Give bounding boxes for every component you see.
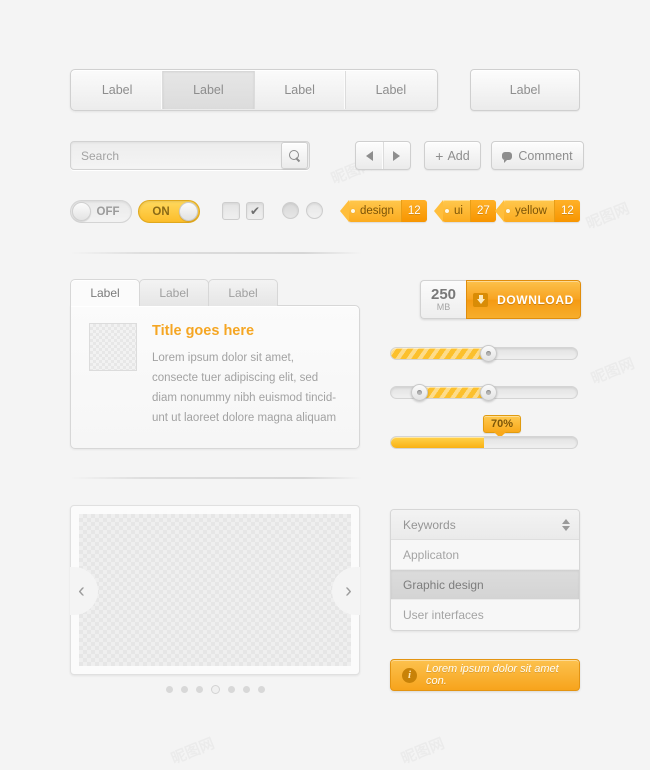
watermark: 昵图网	[583, 197, 633, 233]
slider-tooltip: 70%	[483, 415, 522, 438]
tab-panel: Label Label Label Title goes here Lorem …	[70, 279, 360, 449]
tag-count: 27	[469, 200, 496, 222]
slider-fill	[391, 348, 488, 359]
carousel-dot-2[interactable]	[195, 686, 203, 693]
tab-content: Title goes here Lorem ipsum dolor sit am…	[70, 305, 360, 449]
watermark: 昵图网	[588, 352, 638, 388]
tag-yellow[interactable]: yellow 12	[495, 200, 580, 222]
checkbox-unchecked[interactable]	[222, 202, 240, 220]
toggle-switch-on[interactable]: ON	[138, 200, 200, 223]
triangle-left-icon	[365, 150, 373, 161]
segmented-button-0[interactable]: Label	[72, 71, 164, 109]
add-button[interactable]: + Add	[424, 141, 481, 170]
carousel-dot-3[interactable]	[210, 685, 220, 694]
tag-count: 12	[400, 200, 427, 222]
spinner-down-icon[interactable]	[562, 525, 570, 531]
alert-text: Lorem ipsum dolor sit amet con.	[426, 663, 559, 687]
comment-button-label: Comment	[518, 148, 573, 163]
speech-bubble-icon	[502, 151, 513, 163]
listbox-option-0[interactable]: Applicaton	[391, 540, 579, 570]
carousel-dot-5[interactable]	[242, 686, 250, 693]
tag-label: design	[360, 205, 394, 217]
search-button[interactable]	[281, 142, 308, 169]
panel-body-text: Lorem ipsum dolor sit amet, consecte tue…	[152, 352, 337, 424]
slider-fill	[418, 387, 488, 398]
listbox-header[interactable]: Keywords	[391, 510, 579, 540]
toggle-knob	[179, 202, 198, 221]
segmented-button-group[interactable]: Label Label Label Label	[70, 69, 438, 111]
tag-design[interactable]: design 12	[340, 200, 427, 222]
info-icon: i	[402, 667, 417, 683]
single-slider[interactable]	[390, 345, 578, 362]
plus-icon: +	[435, 147, 444, 164]
toggle-switch-off[interactable]: OFF	[70, 200, 132, 223]
watermark: 昵图网	[168, 732, 218, 768]
prev-next-button-group[interactable]	[355, 141, 411, 170]
tag-dot-icon	[506, 209, 510, 213]
carousel[interactable]: ‹ ›	[70, 505, 360, 675]
toggle-knob	[72, 202, 91, 221]
download-button-label: DOWNLOAD	[497, 292, 574, 307]
check-icon: ✔	[249, 204, 261, 218]
tab-strip[interactable]: Label Label Label	[70, 279, 360, 306]
progress-fill	[391, 437, 484, 448]
checkbox-checked[interactable]: ✔	[246, 202, 264, 220]
prev-button[interactable]	[356, 142, 384, 169]
tag-ui[interactable]: ui 27	[434, 200, 496, 222]
carousel-dot-1[interactable]	[180, 686, 188, 693]
tab-0[interactable]: Label	[70, 279, 140, 306]
segmented-button-2[interactable]: Label	[255, 71, 346, 109]
tag-count: 12	[553, 200, 580, 222]
alert-bar[interactable]: i Lorem ipsum dolor sit amet con.	[390, 659, 580, 691]
range-slider[interactable]	[390, 384, 578, 401]
tab-text-block: Title goes here Lorem ipsum dolor sit am…	[152, 323, 341, 428]
download-size-unit: MB	[436, 301, 451, 312]
segmented-button-3[interactable]: Label	[346, 71, 436, 109]
tab-2[interactable]: Label	[208, 279, 278, 306]
carousel-dot-4[interactable]	[227, 686, 235, 693]
watermark: 昵图网	[398, 732, 448, 768]
carousel-dots[interactable]	[70, 685, 360, 694]
search-icon	[289, 150, 300, 161]
slider-handle[interactable]	[479, 345, 497, 362]
carousel-dot-0[interactable]	[165, 686, 173, 693]
section-divider	[70, 252, 362, 254]
slider-handle-high[interactable]	[479, 384, 497, 401]
download-widget[interactable]: 250 MB DOWNLOAD	[420, 280, 581, 319]
spinner-up-down-icon[interactable]	[562, 518, 570, 531]
listbox-option-1[interactable]: Graphic design	[391, 570, 579, 600]
comment-button[interactable]: Comment	[491, 141, 584, 170]
progress-slider[interactable]	[390, 436, 578, 449]
tag-label: yellow	[515, 205, 547, 217]
download-size-value: 250	[430, 285, 457, 303]
tag-dot-icon	[351, 209, 355, 213]
search-input[interactable]	[71, 148, 281, 163]
thumbnail-placeholder	[89, 323, 137, 371]
listbox-option-2[interactable]: User interfaces	[391, 600, 579, 630]
standalone-label-button[interactable]: Label	[470, 69, 580, 111]
add-button-label: Add	[447, 148, 470, 163]
tag-dot-icon	[445, 209, 449, 213]
download-size: 250 MB	[420, 280, 466, 319]
search-box[interactable]	[70, 141, 310, 170]
listbox-header-label: Keywords	[403, 517, 456, 532]
next-button[interactable]	[384, 142, 411, 169]
section-divider	[70, 477, 362, 479]
radio-button-b[interactable]	[306, 202, 323, 219]
slider-handle-low[interactable]	[410, 384, 428, 401]
tab-1[interactable]: Label	[139, 279, 209, 306]
carousel-dot-6[interactable]	[257, 686, 265, 693]
listbox[interactable]: Keywords Applicaton Graphic design User …	[390, 509, 580, 631]
triangle-right-icon	[393, 150, 401, 161]
tag-label: ui	[454, 205, 463, 217]
spinner-up-icon[interactable]	[562, 518, 570, 524]
panel-title: Title goes here	[152, 323, 255, 339]
segmented-button-1[interactable]: Label	[163, 71, 255, 109]
ui-kit-stage: 昵图网 昵图网 昵图网 昵图网 昵图网 昵图网 Label Label Labe…	[0, 0, 650, 770]
carousel-image-placeholder	[79, 514, 351, 666]
radio-button-a[interactable]	[282, 202, 299, 219]
download-button[interactable]: DOWNLOAD	[466, 280, 581, 319]
download-icon	[473, 292, 489, 307]
